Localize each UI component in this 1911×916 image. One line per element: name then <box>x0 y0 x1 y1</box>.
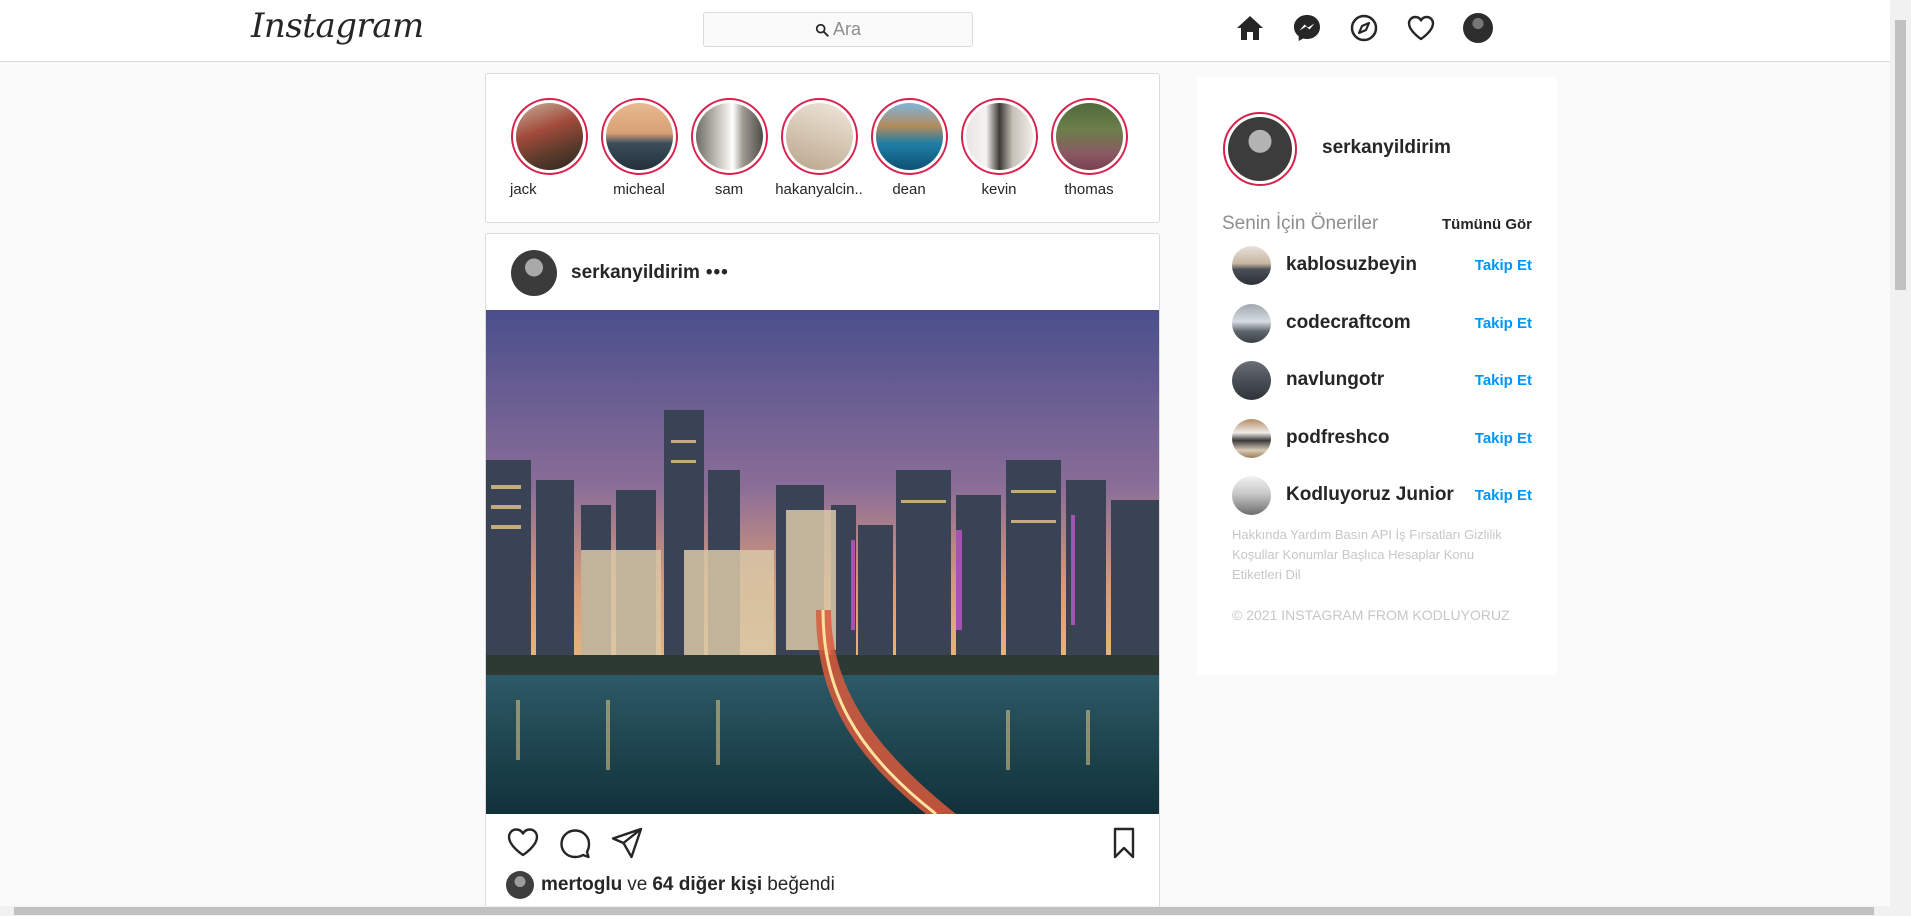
vertical-scrollbar[interactable] <box>1890 0 1911 916</box>
avatar <box>1462 12 1493 43</box>
share-icon[interactable] <box>610 826 644 860</box>
story-item[interactable]: thomas <box>1044 98 1134 198</box>
profile-avatar[interactable] <box>1462 12 1493 43</box>
story-item[interactable]: kevin <box>954 98 1044 198</box>
story-username: hakanyalcin.. <box>775 181 863 198</box>
scrollbar-thumb[interactable] <box>1895 20 1906 290</box>
story-item[interactable]: hakanyalcin.. <box>774 98 864 198</box>
more-options-button[interactable]: ••• <box>706 262 729 284</box>
story-item[interactable]: jack <box>504 98 594 198</box>
scrollbar-thumb[interactable] <box>14 907 1874 915</box>
follow-button[interactable]: Takip Et <box>1475 430 1532 447</box>
suggestion-item: Kodluyoruz Junior Takip Et <box>1232 475 1532 515</box>
messenger-icon[interactable] <box>1291 12 1322 43</box>
story-avatar <box>1055 103 1123 170</box>
story-item[interactable]: dean <box>864 98 954 198</box>
story-avatar <box>875 103 943 170</box>
story-item[interactable]: sam <box>684 98 774 198</box>
comment-icon[interactable] <box>558 826 592 860</box>
horizontal-scrollbar[interactable] <box>0 906 1890 916</box>
likes-suffix: beğendi <box>767 874 835 895</box>
nav-icons <box>1234 12 1493 43</box>
avatar <box>1228 117 1292 181</box>
suggestion-item: kablosuzbeyin Takip Et <box>1232 245 1532 285</box>
suggestion-item: codecraftcom Takip Et <box>1232 303 1532 343</box>
stories-tray: jack micheal sam hakanyalcin.. dean kevi… <box>485 73 1160 223</box>
suggestion-username[interactable]: kablosuzbeyin <box>1286 254 1475 276</box>
see-all-button[interactable]: Tümünü Gör <box>1442 216 1532 233</box>
copyright-text: © 2021 INSTAGRAM FROM KODLUYORUZ <box>1232 607 1510 623</box>
story-avatar <box>515 103 583 170</box>
right-sidebar: serkanyildirim Senin İçin Öneriler Tümün… <box>1197 77 1557 675</box>
likes-connector: ve <box>627 874 648 895</box>
post-actions <box>506 826 1141 862</box>
suggestion-item: podfreshco Takip Et <box>1232 418 1532 458</box>
post-author-avatar[interactable] <box>511 250 557 296</box>
suggestion-username[interactable]: Kodluyoruz Junior <box>1286 484 1475 506</box>
liker-username[interactable]: mertoglu <box>541 874 622 896</box>
suggestions-title: Senin İçin Öneriler <box>1222 213 1379 234</box>
top-navigation-bar: Instagram Ara <box>0 0 1890 62</box>
likes-summary: mertoglu ve 64 diğer kişi beğendi <box>506 871 835 899</box>
suggestion-avatar[interactable] <box>1232 245 1271 285</box>
story-avatar <box>605 103 673 170</box>
story-item[interactable]: micheal <box>594 98 684 198</box>
story-username: kevin <box>981 181 1017 198</box>
explore-icon[interactable] <box>1348 12 1379 43</box>
suggestion-avatar[interactable] <box>1232 418 1271 458</box>
heart-icon[interactable] <box>1405 12 1436 43</box>
follow-button[interactable]: Takip Et <box>1475 487 1532 504</box>
story-avatar <box>695 103 763 170</box>
follow-button[interactable]: Takip Et <box>1475 257 1532 274</box>
likes-count[interactable]: 64 diğer kişi <box>652 874 762 896</box>
home-icon[interactable] <box>1234 12 1265 43</box>
liker-avatar[interactable] <box>506 871 534 899</box>
follow-button[interactable]: Takip Et <box>1475 315 1532 332</box>
feed-post: serkanyildirim ••• mertoglu ve 64 diğer … <box>485 233 1160 916</box>
like-icon[interactable] <box>506 826 540 860</box>
suggestion-username[interactable]: codecraftcom <box>1286 312 1475 334</box>
suggestion-username[interactable]: podfreshco <box>1286 427 1475 449</box>
suggestion-avatar[interactable] <box>1232 303 1271 343</box>
suggestion-username[interactable]: navlungotr <box>1286 369 1475 391</box>
story-username: thomas <box>1064 181 1114 198</box>
post-author-username[interactable]: serkanyildirim <box>571 262 700 284</box>
suggestion-avatar[interactable] <box>1232 360 1271 400</box>
instagram-logo[interactable]: Instagram <box>251 6 424 46</box>
post-header: serkanyildirim ••• <box>511 250 729 296</box>
follow-button[interactable]: Takip Et <box>1475 372 1532 389</box>
search-input[interactable]: Ara <box>703 12 973 47</box>
suggestion-avatar[interactable] <box>1232 475 1271 515</box>
suggestion-item: navlungotr Takip Et <box>1232 360 1532 400</box>
current-user-avatar[interactable] <box>1223 112 1297 186</box>
search-icon <box>815 23 829 37</box>
search-placeholder: Ara <box>832 19 861 39</box>
story-avatar <box>785 103 853 170</box>
post-image[interactable] <box>486 310 1159 814</box>
save-icon[interactable] <box>1107 826 1141 860</box>
story-username: jack <box>510 181 537 198</box>
footer-links[interactable]: Hakkında Yardım Basın API İş Fırsatları … <box>1232 525 1522 585</box>
story-username: dean <box>892 181 926 198</box>
story-username: sam <box>714 181 744 198</box>
story-username: micheal <box>613 181 665 198</box>
current-user-username[interactable]: serkanyildirim <box>1322 137 1451 159</box>
story-avatar <box>965 103 1033 170</box>
